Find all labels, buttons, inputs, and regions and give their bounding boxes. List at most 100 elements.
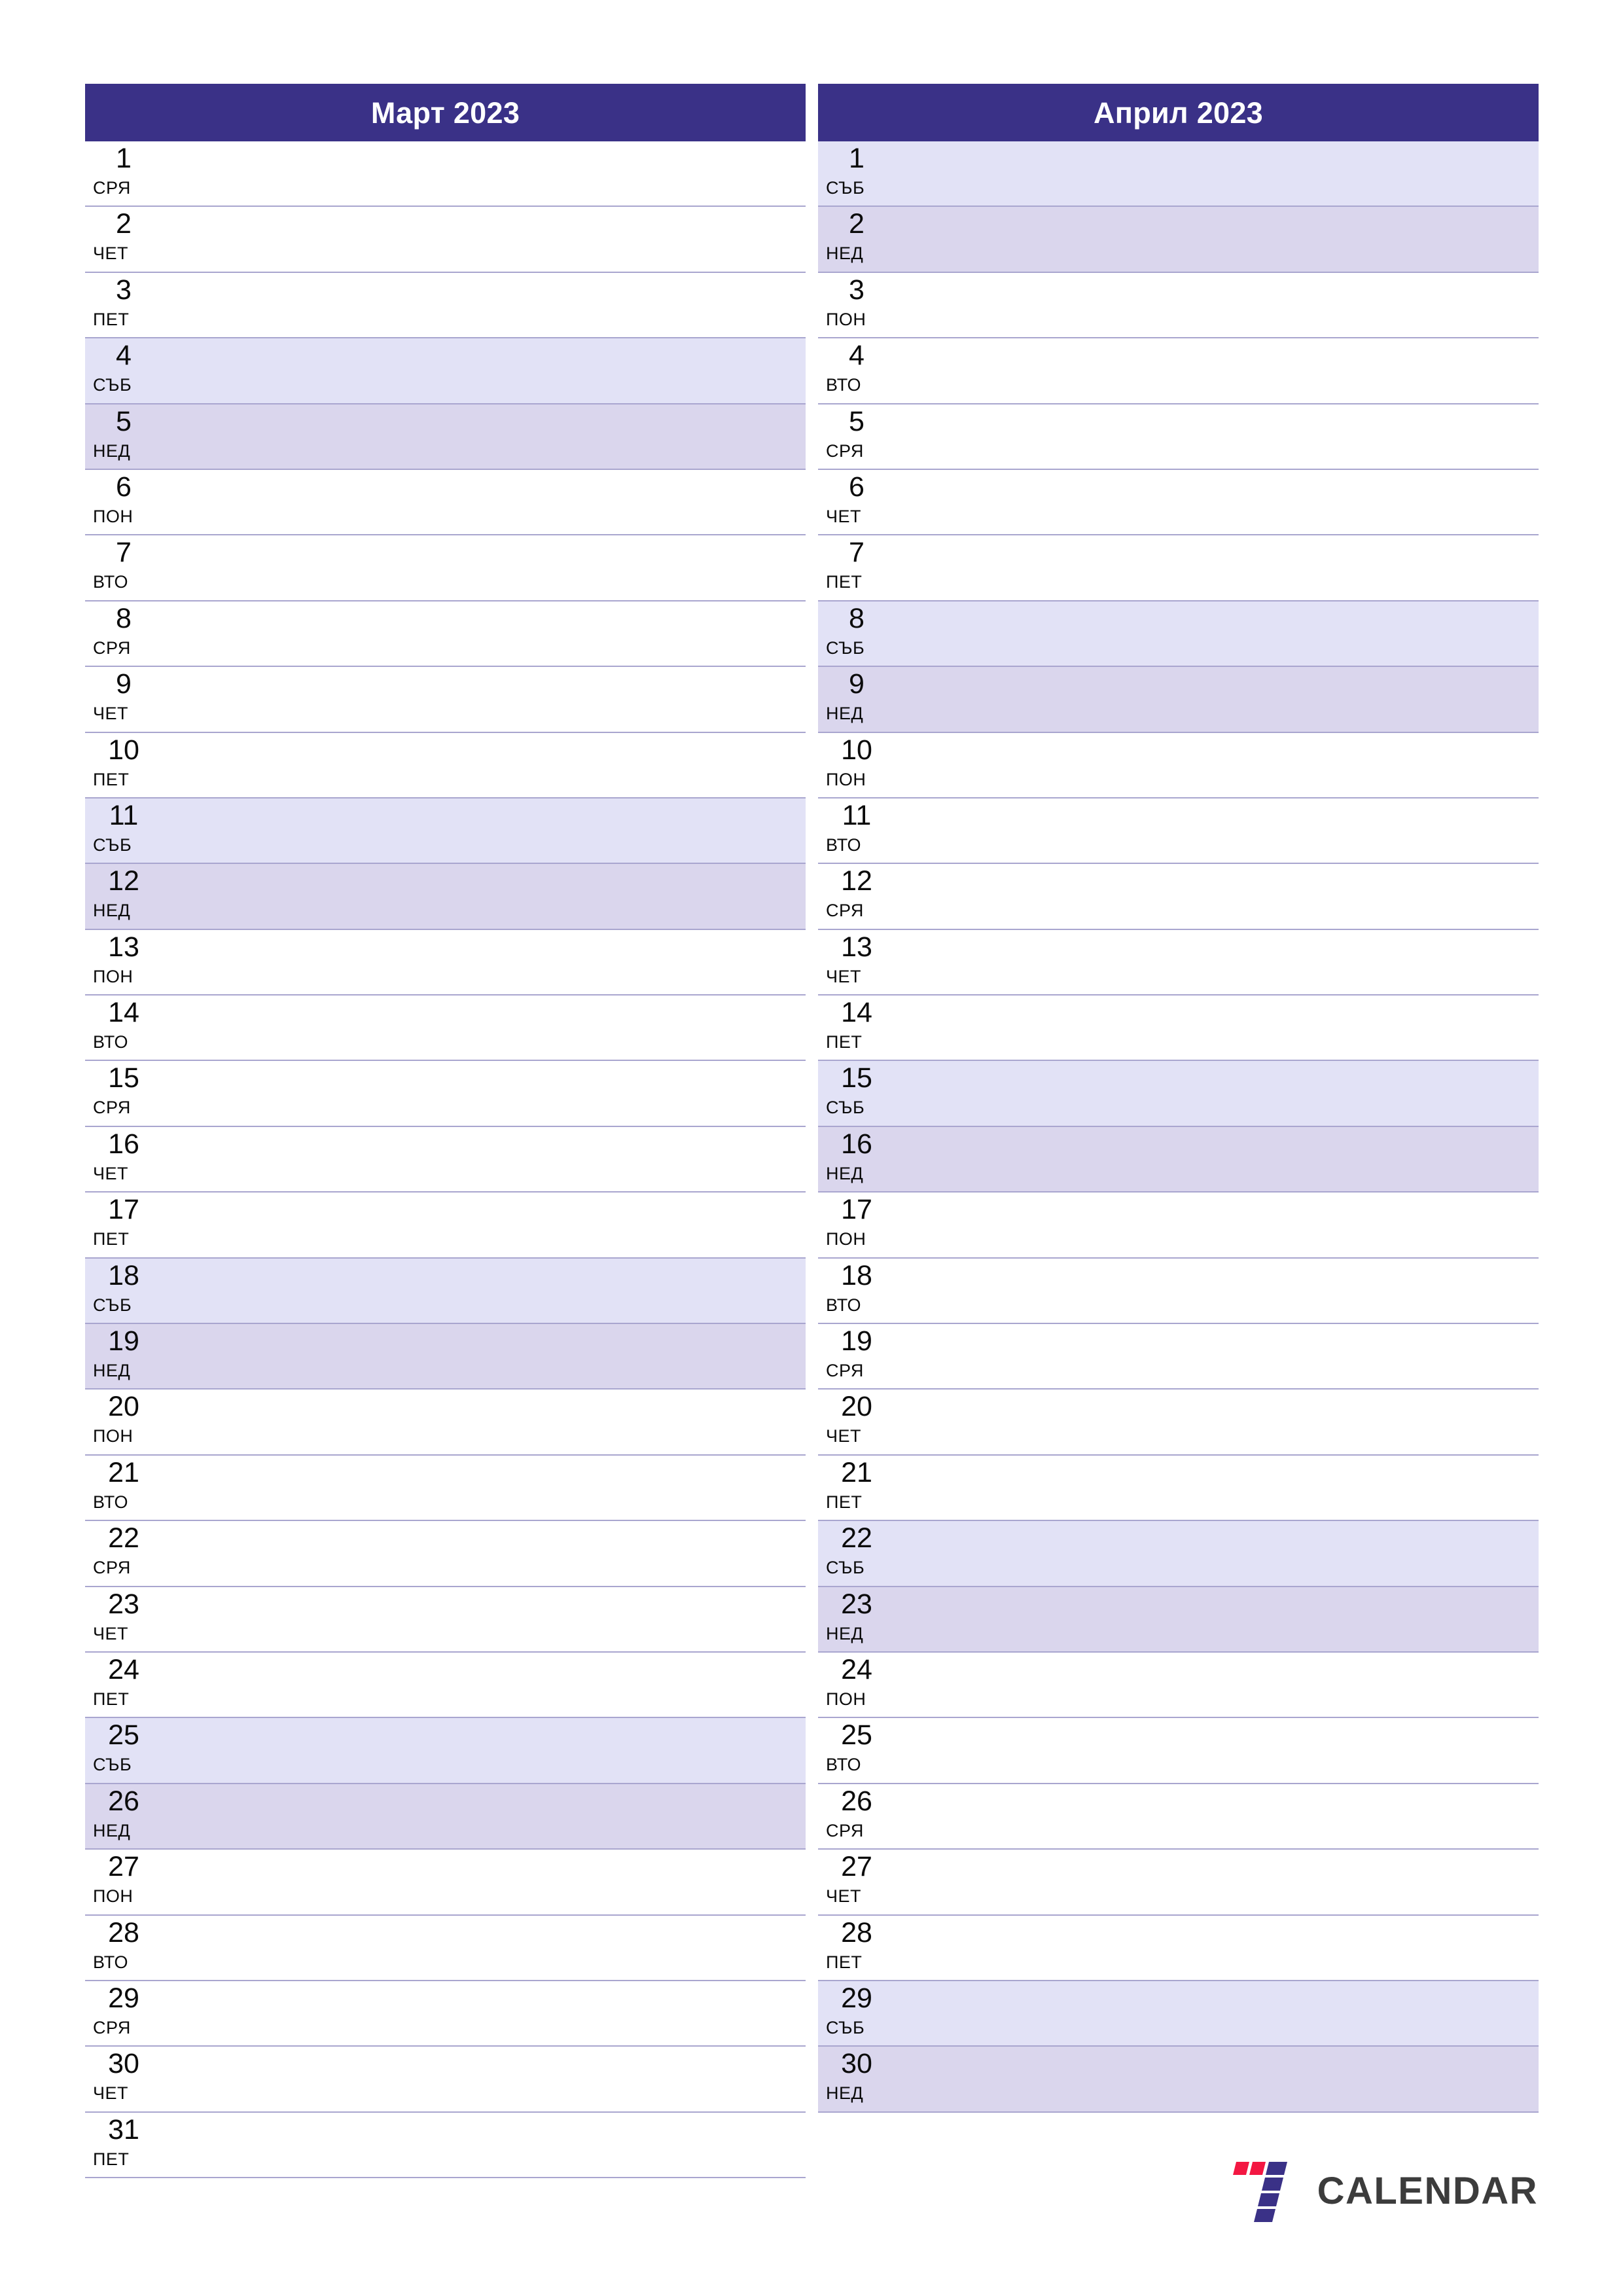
day-row[interactable]: 16 НЕД xyxy=(818,1126,1539,1193)
day-number: 10 xyxy=(108,734,139,766)
day-number: 25 xyxy=(841,1719,872,1751)
day-weekday-abbr: ВТО xyxy=(93,1032,128,1052)
day-row[interactable]: 30 НЕД xyxy=(818,2047,1539,2113)
day-row[interactable]: 12 НЕД xyxy=(85,864,806,930)
day-row[interactable]: 6 ЧЕТ xyxy=(818,469,1539,536)
day-row[interactable]: 29 СЪБ xyxy=(818,1981,1539,2047)
day-row[interactable]: 30 ЧЕТ xyxy=(85,2047,806,2113)
day-row[interactable]: 5 НЕД xyxy=(85,404,806,470)
month-title-march: Март 2023 xyxy=(85,84,806,141)
day-row[interactable]: 26 НЕД xyxy=(85,1784,806,1850)
day-weekday-abbr: ПЕТ xyxy=(826,1492,863,1512)
day-row[interactable]: 19 СРЯ xyxy=(818,1324,1539,1390)
day-row[interactable]: 9 НЕД xyxy=(818,667,1539,733)
day-number: 2 xyxy=(849,208,865,240)
day-row[interactable]: 16 ЧЕТ xyxy=(85,1126,806,1193)
day-row[interactable]: 8 СРЯ xyxy=(85,601,806,668)
day-row[interactable]: 17 ПОН xyxy=(818,1193,1539,1259)
day-row[interactable]: 14 ВТО xyxy=(85,996,806,1062)
day-number: 22 xyxy=(841,1522,872,1554)
day-number: 5 xyxy=(849,405,865,437)
day-row[interactable]: 9 ЧЕТ xyxy=(85,667,806,733)
day-row[interactable]: 10 ПОН xyxy=(818,732,1539,798)
day-row[interactable]: 20 ПОН xyxy=(85,1390,806,1456)
day-weekday-abbr: ПОН xyxy=(93,506,134,526)
day-number: 9 xyxy=(849,668,865,700)
day-row[interactable]: 18 СЪБ xyxy=(85,1258,806,1325)
day-row[interactable]: 2 ЧЕТ xyxy=(85,207,806,273)
day-row[interactable]: 6 ПОН xyxy=(85,469,806,536)
day-weekday-abbr: ПЕТ xyxy=(826,1952,863,1972)
day-row[interactable]: 26 СРЯ xyxy=(818,1784,1539,1850)
day-row[interactable]: 1 СЪБ xyxy=(818,141,1539,207)
day-row[interactable]: 13 ПОН xyxy=(85,929,806,996)
day-row[interactable]: 22 СРЯ xyxy=(85,1521,806,1587)
day-row[interactable]: 28 ПЕТ xyxy=(818,1915,1539,1981)
day-row[interactable]: 11 ВТО xyxy=(818,798,1539,865)
day-number: 21 xyxy=(841,1456,872,1488)
day-number: 11 xyxy=(842,799,872,831)
day-row[interactable]: 29 СРЯ xyxy=(85,1981,806,2047)
day-row[interactable]: 20 ЧЕТ xyxy=(818,1390,1539,1456)
day-number: 12 xyxy=(108,865,139,897)
day-number: 7 xyxy=(849,537,865,569)
day-row[interactable]: 15 СРЯ xyxy=(85,1061,806,1127)
day-row[interactable]: 13 ЧЕТ xyxy=(818,929,1539,996)
day-row[interactable]: 23 НЕД xyxy=(818,1587,1539,1653)
day-row[interactable]: 2 НЕД xyxy=(818,207,1539,273)
day-row[interactable]: 5 СРЯ xyxy=(818,404,1539,470)
day-row[interactable]: 25 ВТО xyxy=(818,1718,1539,1784)
day-row[interactable]: 1 СРЯ xyxy=(85,141,806,207)
day-row[interactable]: 24 ПОН xyxy=(818,1652,1539,1719)
day-number: 25 xyxy=(108,1719,139,1751)
day-row[interactable]: 23 ЧЕТ xyxy=(85,1587,806,1653)
day-row[interactable]: 12 СРЯ xyxy=(818,864,1539,930)
day-weekday-abbr: НЕД xyxy=(826,1623,864,1643)
day-weekday-abbr: ЧЕТ xyxy=(826,1426,861,1446)
day-number: 16 xyxy=(108,1128,139,1160)
day-weekday-abbr: СЪБ xyxy=(826,1558,865,1578)
day-weekday-abbr: ПОН xyxy=(93,1426,134,1446)
day-row[interactable]: 15 СЪБ xyxy=(818,1061,1539,1127)
day-number: 10 xyxy=(841,734,872,766)
day-number: 18 xyxy=(841,1259,872,1291)
day-number: 17 xyxy=(108,1194,139,1226)
day-weekday-abbr: ПЕТ xyxy=(826,1032,863,1052)
day-row[interactable]: 11 СЪБ xyxy=(85,798,806,865)
day-weekday-abbr: СРЯ xyxy=(826,1820,864,1840)
day-row[interactable]: 4 ВТО xyxy=(818,338,1539,404)
day-row[interactable]: 24 ПЕТ xyxy=(85,1652,806,1719)
day-weekday-abbr: ВТО xyxy=(93,572,128,592)
month-column-april: Април 2023 1 СЪБ 2 НЕД 3 ПОН 4 ВТО 5 СРЯ 6 ЧЕТ 7 ПЕТ 8… xyxy=(818,84,1539,2113)
day-row[interactable]: 7 ПЕТ xyxy=(818,535,1539,601)
day-row[interactable]: 17 ПЕТ xyxy=(85,1193,806,1259)
day-row[interactable]: 27 ПОН xyxy=(85,1850,806,1916)
day-weekday-abbr: ЧЕТ xyxy=(93,2083,128,2104)
day-weekday-abbr: НЕД xyxy=(93,1820,131,1840)
day-number: 2 xyxy=(116,208,132,240)
day-row[interactable]: 8 СЪБ xyxy=(818,601,1539,668)
day-row[interactable]: 27 ЧЕТ xyxy=(818,1850,1539,1916)
day-row[interactable]: 18 ВТО xyxy=(818,1258,1539,1325)
day-row[interactable]: 21 ВТО xyxy=(85,1455,806,1522)
day-number: 9 xyxy=(116,668,132,700)
day-row[interactable]: 28 ВТО xyxy=(85,1915,806,1981)
day-row[interactable]: 14 ПЕТ xyxy=(818,996,1539,1062)
day-row[interactable]: 4 СЪБ xyxy=(85,338,806,404)
day-row[interactable]: 22 СЪБ xyxy=(818,1521,1539,1587)
day-row[interactable]: 31 ПЕТ xyxy=(85,2112,806,2179)
day-number: 4 xyxy=(116,340,132,372)
day-row[interactable]: 21 ПЕТ xyxy=(818,1455,1539,1522)
day-number: 26 xyxy=(841,1785,872,1817)
day-row[interactable]: 3 ПОН xyxy=(818,272,1539,339)
day-row[interactable]: 10 ПЕТ xyxy=(85,732,806,798)
day-row[interactable]: 19 НЕД xyxy=(85,1324,806,1390)
day-weekday-abbr: ПЕТ xyxy=(93,769,130,789)
seven-logo-icon xyxy=(1232,2157,1303,2225)
day-row[interactable]: 7 ВТО xyxy=(85,535,806,601)
day-row[interactable]: 25 СЪБ xyxy=(85,1718,806,1784)
day-row[interactable]: 3 ПЕТ xyxy=(85,272,806,339)
day-weekday-abbr: ПЕТ xyxy=(93,1689,130,1709)
day-weekday-abbr: ПЕТ xyxy=(93,309,130,329)
day-number: 29 xyxy=(108,1982,139,2014)
